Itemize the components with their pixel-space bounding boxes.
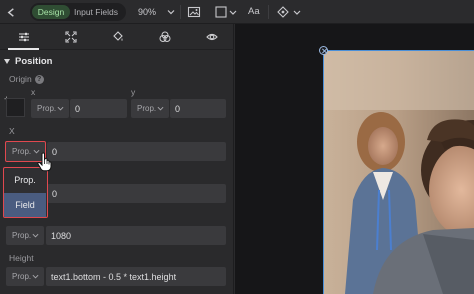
origin-x-mode-select[interactable]: Prop. xyxy=(31,99,69,118)
collapse-triangle-icon xyxy=(4,59,10,64)
panel-tabs xyxy=(0,24,234,50)
origin-label-text: Origin xyxy=(9,74,32,84)
canvas-photo-image[interactable] xyxy=(323,50,474,294)
position-section-header[interactable]: Position xyxy=(4,56,52,67)
width-mode-label: Prop. xyxy=(12,231,32,240)
origin-x-mode-label: Prop. xyxy=(37,104,57,113)
selection-outline-left xyxy=(323,50,324,294)
input-fields-mode-button[interactable]: Input Fields xyxy=(74,5,118,19)
chevron-down-icon xyxy=(157,106,164,111)
expand-icon xyxy=(64,31,77,43)
color-circles-icon xyxy=(159,31,170,42)
origin-y-mode-select[interactable]: Prop. xyxy=(131,99,169,118)
height-value-input[interactable]: text1.bottom - 0.5 * text1.height xyxy=(46,267,226,286)
eye-icon xyxy=(205,33,218,41)
tab-visibility[interactable] xyxy=(188,24,235,50)
diamond-shape-icon[interactable] xyxy=(276,5,290,19)
y-label: y xyxy=(131,87,136,97)
origin-anchor-picker[interactable] xyxy=(6,98,25,117)
tab-fill[interactable] xyxy=(94,24,141,50)
selection-handle-icon[interactable] xyxy=(319,46,328,55)
sliders-icon xyxy=(18,32,29,42)
chevron-down-icon[interactable] xyxy=(228,5,238,19)
tab-properties[interactable] xyxy=(0,24,47,50)
chevron-down-icon[interactable] xyxy=(166,7,176,17)
origin-y-input[interactable]: 0 xyxy=(170,99,226,118)
height-label: Height xyxy=(9,253,34,263)
chevron-down-icon xyxy=(32,233,39,238)
selection-outline-top xyxy=(323,50,474,51)
origin-x-input[interactable]: 0 xyxy=(70,99,127,118)
height-mode-label: Prop. xyxy=(12,272,32,281)
text-tool-button[interactable]: Aa xyxy=(248,5,260,19)
chevron-down-icon xyxy=(57,106,64,111)
width-value-input[interactable]: 1080 xyxy=(46,226,226,245)
x-position-label: X xyxy=(9,126,15,136)
chevron-down-icon[interactable] xyxy=(292,5,302,19)
origin-y-mode-label: Prop. xyxy=(137,104,157,113)
origin-label: Origin? xyxy=(9,74,44,85)
paint-bucket-icon xyxy=(112,31,123,41)
help-icon[interactable]: ? xyxy=(34,75,44,85)
tab-resize[interactable] xyxy=(47,24,94,50)
active-tab-indicator xyxy=(8,48,39,50)
toolbar-divider xyxy=(180,5,181,19)
x-mode-label: Prop. xyxy=(12,147,32,156)
top-toolbar: Design Input Fields 90% Aa xyxy=(0,0,474,24)
section-title: Position xyxy=(15,56,53,67)
y-value-input[interactable]: 0 xyxy=(47,184,226,203)
dropdown-option-field[interactable]: Field xyxy=(4,193,46,217)
rectangle-shape-icon[interactable] xyxy=(214,5,228,19)
zoom-level[interactable]: 90% xyxy=(138,5,156,19)
chevron-down-icon xyxy=(32,274,39,279)
toolbar-divider xyxy=(268,5,269,19)
mode-dropdown-menu: Prop. Field xyxy=(3,167,48,218)
hand-cursor-icon xyxy=(37,152,52,172)
x-label: x xyxy=(31,87,36,97)
back-arrow-icon[interactable] xyxy=(4,4,18,20)
image-icon[interactable] xyxy=(187,5,201,19)
x-value-input[interactable]: 0 xyxy=(47,142,226,161)
tab-effects[interactable] xyxy=(141,24,188,50)
height-mode-select[interactable]: Prop. xyxy=(6,267,44,286)
design-mode-button[interactable]: Design xyxy=(32,5,70,19)
width-mode-select[interactable]: Prop. xyxy=(6,226,44,245)
